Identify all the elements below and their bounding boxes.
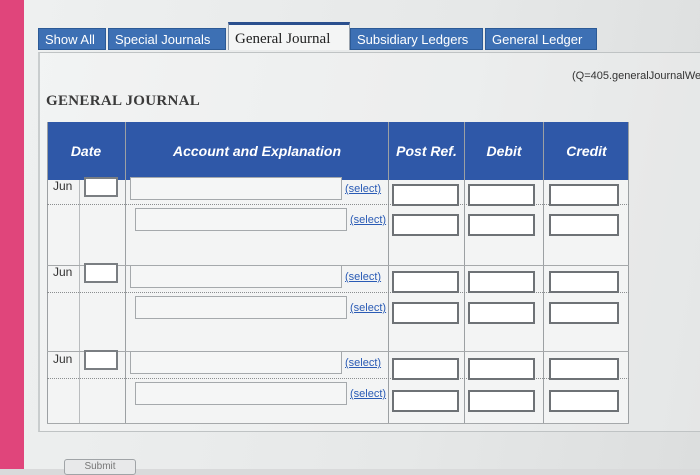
debit-input[interactable] — [468, 271, 535, 293]
account-input[interactable] — [135, 208, 347, 231]
account-select-link[interactable]: (select) — [350, 302, 386, 314]
column-header-debit: Debit — [486, 143, 522, 159]
date-month-label: Jun — [53, 265, 73, 279]
column-header-account: Account and Explanation — [172, 143, 341, 159]
account-select-link[interactable]: (select) — [350, 388, 386, 400]
account-input[interactable] — [130, 351, 342, 374]
credit-input[interactable] — [549, 302, 619, 324]
question-reference: (Q=405.generalJournalWe — [572, 70, 700, 82]
date-month-label: Jun — [53, 179, 73, 193]
credit-input[interactable] — [549, 271, 619, 293]
column-divider — [79, 180, 80, 424]
debit-input[interactable] — [468, 302, 535, 324]
row-divider — [47, 204, 629, 205]
page-title: GENERAL JOURNAL — [46, 93, 201, 109]
general-journal-table: Date Account and Explanation Post Ref. D… — [47, 122, 629, 424]
column-header-date: Date — [70, 143, 102, 159]
credit-input[interactable] — [549, 184, 619, 206]
post-ref-input[interactable] — [392, 390, 459, 412]
table-header: Date Account and Explanation Post Ref. D… — [47, 122, 629, 180]
account-input[interactable] — [135, 296, 347, 319]
tab-subsidiary-ledgers[interactable]: Subsidiary Ledgers — [350, 28, 483, 50]
row-divider — [47, 378, 629, 379]
post-ref-input[interactable] — [392, 184, 459, 206]
column-header-post-ref: Post Ref. — [396, 143, 457, 159]
account-input[interactable] — [130, 265, 342, 288]
date-day-input[interactable] — [84, 350, 118, 370]
credit-input[interactable] — [549, 390, 619, 412]
submit-button[interactable]: Submit — [64, 459, 136, 475]
date-day-input[interactable] — [84, 177, 118, 197]
post-ref-input[interactable] — [392, 271, 459, 293]
post-ref-input[interactable] — [392, 214, 459, 236]
page: Show All Special Journals General Journa… — [24, 0, 700, 475]
account-select-link[interactable]: (select) — [350, 214, 386, 226]
credit-input[interactable] — [549, 358, 619, 380]
debit-input[interactable] — [468, 390, 535, 412]
account-input[interactable] — [130, 177, 342, 200]
date-day-input[interactable] — [84, 263, 118, 283]
tab-general-ledger[interactable]: General Ledger — [485, 28, 597, 50]
row-divider — [47, 423, 629, 424]
debit-input[interactable] — [468, 214, 535, 236]
column-header-credit: Credit — [566, 143, 607, 159]
account-select-link[interactable]: (select) — [345, 271, 381, 283]
left-accent-bar — [0, 0, 24, 469]
row-divider — [47, 292, 629, 293]
credit-input[interactable] — [549, 214, 619, 236]
debit-input[interactable] — [468, 184, 535, 206]
post-ref-input[interactable] — [392, 302, 459, 324]
tab-show-all[interactable]: Show All — [38, 28, 106, 50]
post-ref-input[interactable] — [392, 358, 459, 380]
date-month-label: Jun — [53, 352, 73, 366]
account-select-link[interactable]: (select) — [345, 357, 381, 369]
tab-special-journals[interactable]: Special Journals — [108, 28, 226, 50]
account-select-link[interactable]: (select) — [345, 183, 381, 195]
account-input[interactable] — [135, 382, 347, 405]
tab-general-journal[interactable]: General Journal — [228, 22, 350, 50]
debit-input[interactable] — [468, 358, 535, 380]
